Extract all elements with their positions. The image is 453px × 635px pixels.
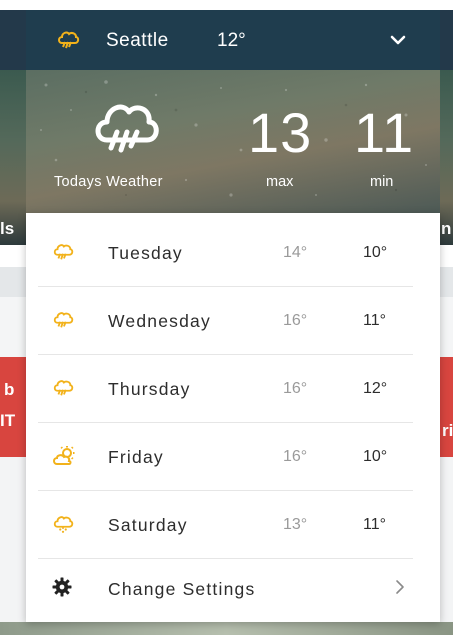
thunderstorm-icon [52, 377, 74, 399]
forecast-high: 14° [283, 244, 308, 261]
forecast-high: 16° [283, 380, 308, 397]
change-settings-label: Change Settings [108, 579, 256, 599]
snow-cloud-icon [52, 513, 74, 535]
forecast-low: 11° [363, 312, 387, 329]
today-weather-panel: Todays Weather 13 max 11 min [26, 70, 440, 213]
forecast-row-tuesday[interactable]: Tuesday 14° 10° [38, 219, 413, 287]
gear-icon [52, 577, 72, 597]
today-label: Todays Weather [54, 174, 163, 190]
today-max-temp: 13 [248, 101, 313, 164]
thunderstorm-icon [91, 100, 161, 158]
today-min-temp: 11 [354, 101, 415, 164]
change-settings-button[interactable]: Change Settings [38, 556, 413, 620]
forecast-row-saturday[interactable]: Saturday 13° 11° [38, 491, 413, 559]
location-dropdown-header[interactable]: Seattle 12° [26, 10, 440, 70]
bg-text-fragment: IT [0, 411, 16, 430]
city-name: Seattle [106, 30, 169, 51]
today-min-label: min [370, 174, 394, 190]
bg-text-fragment: ls [0, 219, 15, 238]
today-max-label: max [266, 174, 294, 190]
forecast-row-thursday[interactable]: Thursday 16° 12° [38, 355, 413, 423]
forecast-low: 12° [363, 380, 388, 397]
forecast-low: 10° [363, 448, 388, 465]
forecast-high: 16° [283, 312, 308, 329]
bg-bottom-image [0, 622, 453, 635]
bg-text-fragment: ri [442, 421, 453, 440]
current-temperature: 12° [217, 30, 246, 51]
forecast-low: 11° [363, 516, 387, 533]
forecast-list: Tuesday 14° 10° Wednesday 16° 11° Thursd… [26, 213, 440, 622]
bg-text-fragment: n [441, 219, 452, 238]
forecast-day: Saturday [108, 515, 188, 535]
thunderstorm-icon [56, 29, 80, 51]
chevron-right-icon [393, 578, 407, 596]
partly-sunny-icon [52, 445, 75, 467]
forecast-row-wednesday[interactable]: Wednesday 16° 11° [38, 287, 413, 355]
forecast-row-friday[interactable]: Friday 16° 10° [38, 423, 413, 491]
forecast-day: Tuesday [108, 243, 183, 263]
forecast-day: Friday [108, 447, 164, 467]
thunderstorm-icon [52, 241, 74, 263]
chevron-down-icon[interactable] [388, 30, 408, 50]
forecast-high: 16° [283, 448, 308, 465]
forecast-low: 10° [363, 244, 388, 261]
thunderstorm-icon [52, 309, 74, 331]
bg-top-strip [0, 0, 453, 10]
forecast-high: 13° [283, 516, 308, 533]
forecast-day: Wednesday [108, 311, 211, 331]
bg-text-fragment: b [4, 380, 15, 399]
forecast-day: Thursday [108, 379, 191, 399]
